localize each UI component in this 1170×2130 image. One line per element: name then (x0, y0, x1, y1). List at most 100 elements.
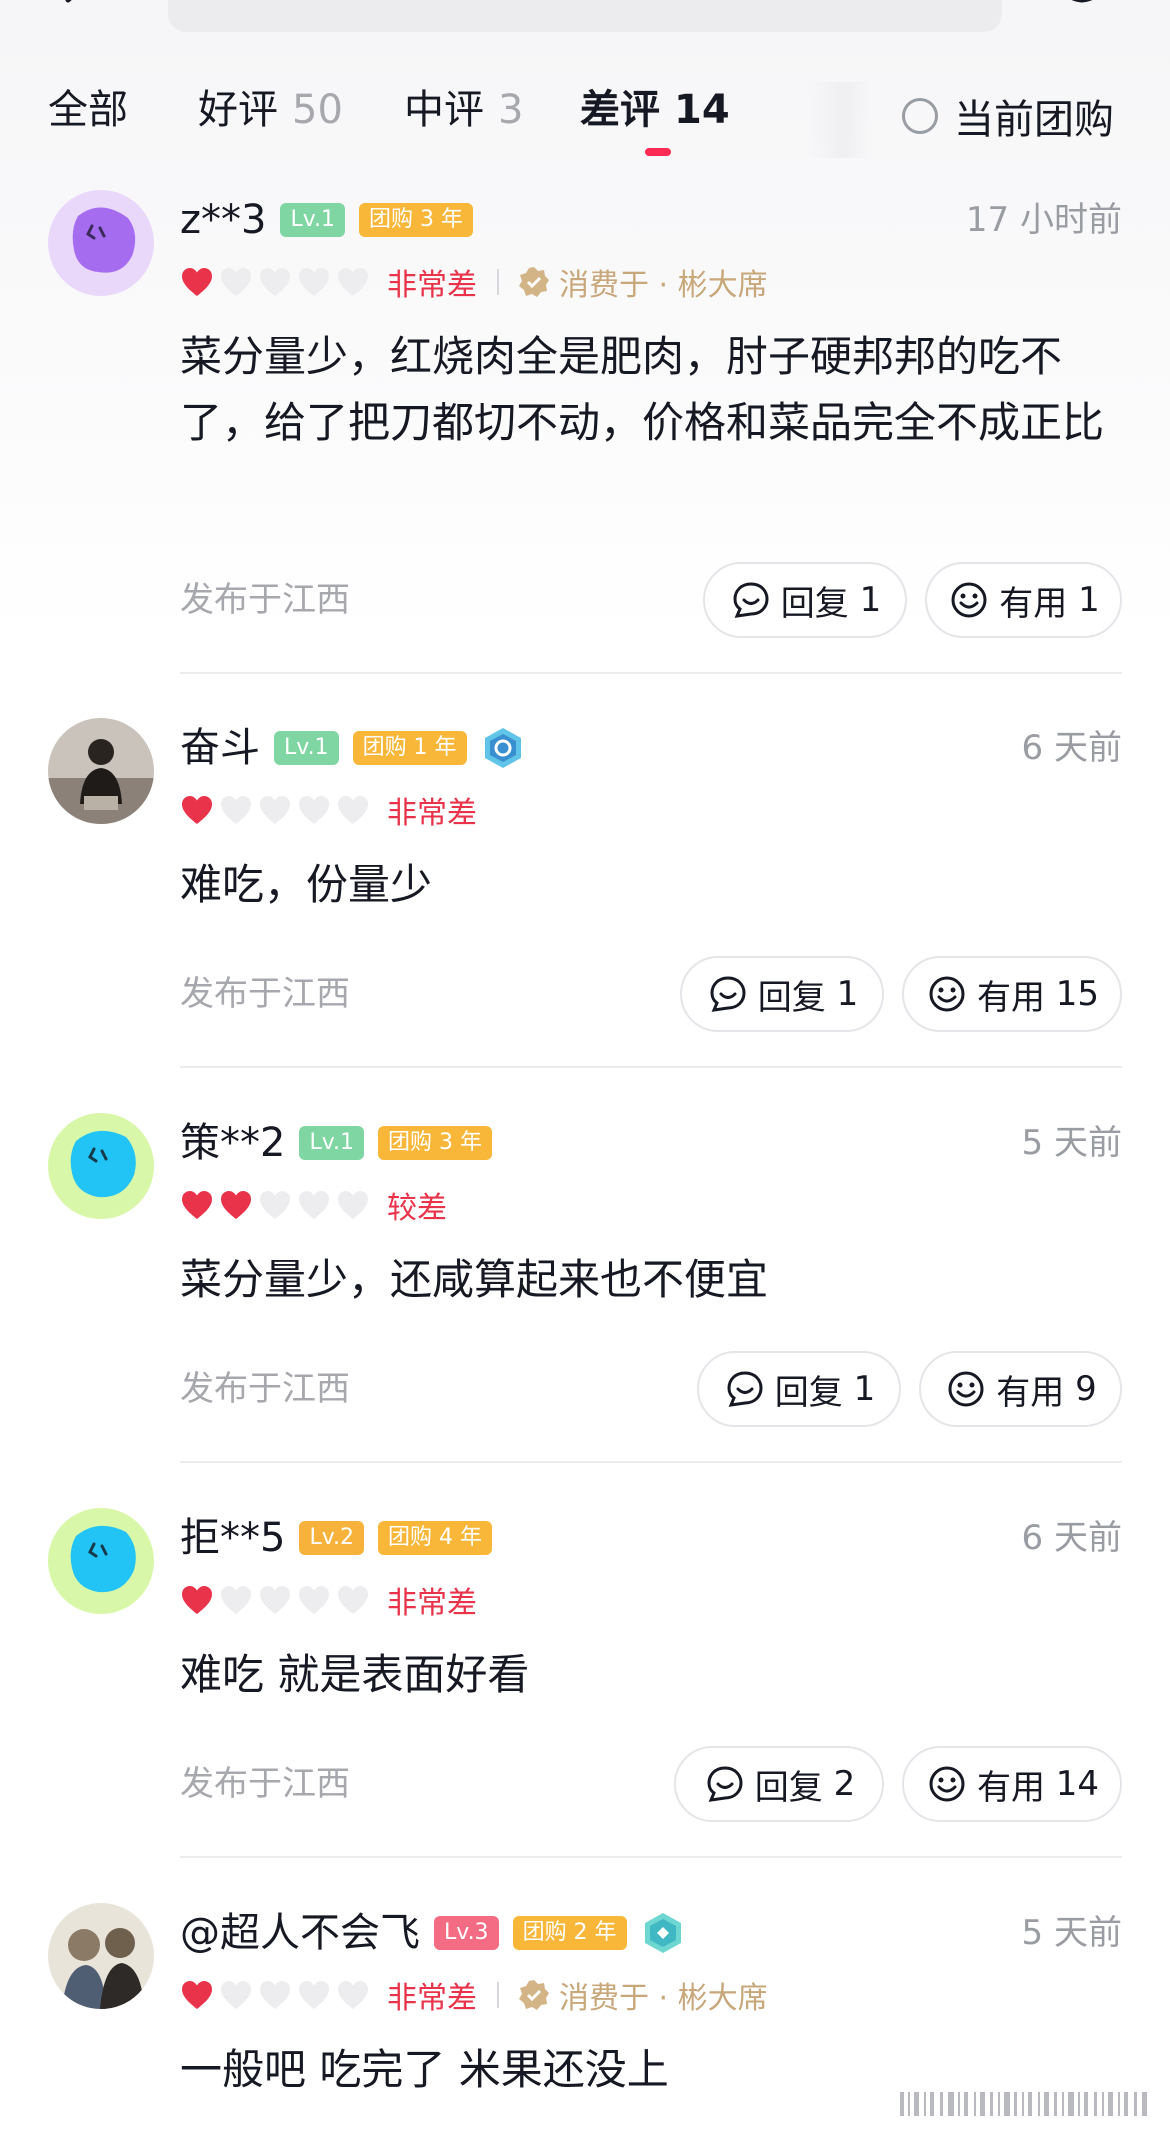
reply-label: 回复 (780, 583, 849, 624)
photo-avatar-icon (48, 1903, 154, 2009)
smiley-icon (948, 1371, 984, 1407)
avatar[interactable] (48, 718, 154, 824)
reply-count: 1 (836, 974, 859, 1014)
empty-heart-icon (299, 268, 329, 296)
empty-heart-icon (221, 268, 251, 296)
empty-heart-icon (260, 1981, 290, 2009)
rating-row: 非常差 消费于 · 彬大席 (180, 1973, 768, 2017)
tab-positive[interactable]: 好评 50 (198, 78, 343, 148)
username[interactable]: z**3 (180, 190, 266, 250)
group-buy-years-badge: 团购 2 年 (512, 1916, 627, 1950)
radio-circle-icon[interactable] (902, 98, 938, 134)
rating-hearts (180, 1979, 375, 2011)
active-tab-indicator (645, 148, 671, 156)
location-text: 发布于江西 (180, 580, 350, 620)
verified-seal-icon (519, 267, 549, 297)
consumed-at-text: 消费于 · 彬大席 (559, 1981, 768, 2016)
comment-bubble-icon (727, 1371, 763, 1407)
group-buy-years-badge: 团购 4 年 (378, 1521, 492, 1555)
tab-scroll-fade (808, 82, 870, 158)
review-time: 17 小时前 (965, 200, 1122, 240)
empty-heart-icon (338, 1191, 368, 1219)
barcode-watermark-icon (900, 2092, 1147, 2116)
tab-all[interactable]: 全部 (48, 78, 128, 148)
empty-heart-icon (299, 796, 329, 824)
useful-button[interactable]: 有用 15 (902, 956, 1122, 1032)
reply-label: 回复 (757, 977, 826, 1018)
useful-label: 有用 (976, 1767, 1045, 1808)
useful-button[interactable]: 有用 9 (919, 1351, 1122, 1427)
username[interactable]: 拒**5 (180, 1508, 285, 1568)
useful-count: 1 (1078, 580, 1100, 620)
consumed-at-text: 消费于 · 彬大席 (559, 268, 768, 303)
empty-heart-icon (260, 1191, 290, 1219)
reply-button[interactable]: 回复 2 (674, 1746, 884, 1822)
review-content: 菜分量少，红烧肉全是肥肉，肘子硬邦邦的吃不了，给了把刀都切不动，价格和菜品完全不… (180, 332, 1105, 447)
review-divider (180, 1066, 1122, 1068)
review-header: 策**2 Lv.1 团购 3 年 (180, 1113, 492, 1173)
tab-label: 全部 (48, 87, 128, 133)
empty-heart-icon (338, 1981, 368, 2009)
review-content: 难吃，份量少 (180, 860, 433, 909)
filled-heart-icon (182, 796, 212, 824)
useful-button[interactable]: 有用 1 (925, 562, 1122, 638)
location-text: 发布于江西 (180, 1764, 350, 1804)
tab-count: 3 (498, 87, 524, 133)
avatar[interactable] (48, 1113, 154, 1219)
avatar[interactable] (48, 190, 154, 296)
review-divider (180, 1856, 1122, 1858)
search-bar[interactable] (168, 0, 1002, 32)
comment-bubble-icon (707, 1766, 743, 1802)
avatar[interactable] (48, 1508, 154, 1614)
rating-hearts (180, 794, 375, 826)
group-buy-years-badge: 团购 3 年 (378, 1126, 492, 1160)
filter-label: 当前团购 (954, 97, 1114, 143)
review-time: 5 天前 (1021, 1913, 1122, 1953)
tab-count: 14 (674, 87, 730, 133)
reply-label: 回复 (754, 1767, 823, 1808)
empty-heart-icon (299, 1191, 329, 1219)
useful-button[interactable]: 有用 14 (902, 1746, 1122, 1822)
location-text: 发布于江西 (180, 1369, 350, 1409)
tab-negative[interactable]: 差评 14 (580, 78, 730, 148)
rating-row: 非常差 消费于 · 彬大席 (180, 260, 768, 304)
avatar[interactable] (48, 1903, 154, 2009)
reply-button[interactable]: 回复 1 (697, 1351, 901, 1427)
level-badge: Lv.2 (299, 1521, 365, 1555)
username[interactable]: 奋斗 (180, 718, 260, 778)
empty-heart-icon (338, 268, 368, 296)
verified-seal-icon (519, 1980, 549, 2010)
empty-heart-icon (221, 1586, 251, 1614)
reply-button[interactable]: 回复 1 (703, 562, 907, 638)
current-group-buy-filter[interactable]: 当前团购 (902, 88, 1114, 144)
back-arrow-icon[interactable] (56, 0, 100, 18)
message-icon[interactable] (1052, 0, 1112, 16)
useful-count: 9 (1075, 1369, 1097, 1409)
reply-button[interactable]: 回复 1 (680, 956, 884, 1032)
reply-count: 1 (859, 580, 882, 620)
username[interactable]: @超人不会飞 (180, 1903, 420, 1963)
level-badge: Lv.1 (280, 203, 346, 237)
rating-row: 较差 (180, 1183, 447, 1227)
username[interactable]: 策**2 (180, 1113, 285, 1173)
review-time: 6 天前 (1021, 728, 1122, 768)
review-time: 5 天前 (1021, 1123, 1122, 1163)
smiley-icon (929, 976, 965, 1012)
rating-hearts (180, 1584, 375, 1616)
filled-heart-icon (221, 1191, 251, 1219)
empty-heart-icon (221, 796, 251, 824)
tab-label: 差评 (580, 87, 660, 133)
review-time: 6 天前 (1021, 1518, 1122, 1558)
level-badge: Lv.1 (274, 731, 339, 765)
tab-count: 50 (292, 87, 343, 133)
review-header: 拒**5 Lv.2 团购 4 年 (180, 1508, 492, 1568)
group-buy-years-badge: 团购 3 年 (359, 203, 473, 237)
rating-row: 非常差 (180, 1578, 477, 1622)
group-buy-years-badge: 团购 1 年 (352, 731, 467, 765)
tab-neutral[interactable]: 中评 3 (404, 78, 523, 148)
review-content: 菜分量少，还咸算起来也不便宜 (180, 1255, 769, 1304)
reply-label: 回复 (774, 1372, 843, 1413)
tab-label: 好评 (198, 87, 278, 133)
reply-count: 1 (853, 1369, 876, 1409)
useful-count: 15 (1055, 974, 1100, 1014)
